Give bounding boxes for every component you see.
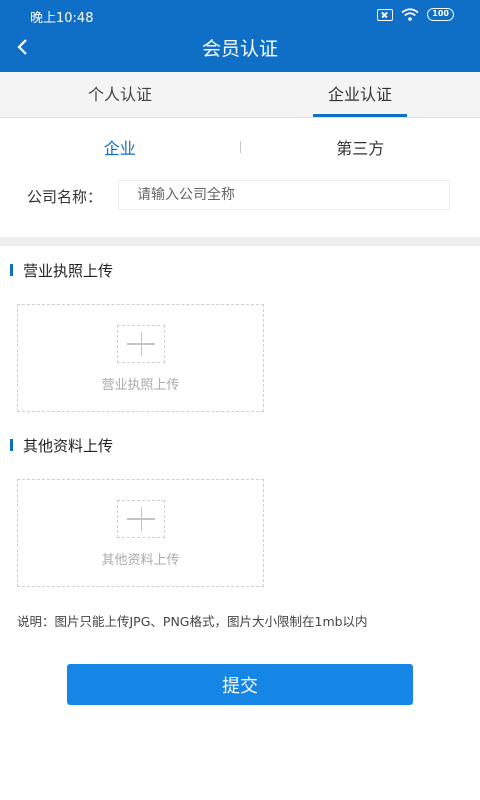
sub-tabs: 企业 第三方 <box>0 128 480 166</box>
chevron-left-icon <box>17 39 27 55</box>
company-name-input[interactable] <box>118 180 450 210</box>
submit-button[interactable]: 提交 <box>67 664 413 705</box>
tab-label: 个人认证 <box>87 85 152 104</box>
other-section-title: 其他资料上传 <box>23 436 114 455</box>
other-upload-box[interactable]: 其他资料上传 <box>17 479 264 587</box>
battery-icon: 100 <box>427 8 454 21</box>
page-title: 会员认证 <box>201 38 278 60</box>
plus-icon <box>116 500 165 538</box>
other-section-header: 其他资料上传 <box>10 435 113 455</box>
active-tab-indicator <box>313 114 407 117</box>
app-header: 晚上10:48 100 会员认证 <box>0 0 480 72</box>
section-marker <box>10 439 13 451</box>
section-divider <box>0 237 480 246</box>
section-marker <box>10 264 13 276</box>
status-time: 晚上10:48 <box>30 11 94 26</box>
back-button[interactable] <box>10 34 34 60</box>
company-name-label: 公司名称： <box>27 188 103 206</box>
company-name-row: 公司名称： <box>0 180 480 210</box>
license-upload-label: 营业执照上传 <box>101 378 180 393</box>
license-section-title: 营业执照上传 <box>23 261 114 280</box>
status-bar: 晚上10:48 100 <box>0 0 480 30</box>
upload-note: 说明：图片只能上传JPG、PNG格式，图片大小限制在1mb以内 <box>17 614 368 629</box>
wifi-icon <box>401 8 419 21</box>
tab-label: 企业认证 <box>327 85 392 104</box>
subtab-third-party[interactable]: 第三方 <box>241 135 480 159</box>
license-upload-box[interactable]: 营业执照上传 <box>17 304 264 412</box>
main-tabs: 个人认证 企业认证 <box>0 72 480 118</box>
tab-personal-verification[interactable]: 个人认证 <box>0 72 240 117</box>
subtab-enterprise[interactable]: 企业 <box>0 135 240 159</box>
status-icons: 100 <box>377 8 454 21</box>
no-sim-icon <box>377 8 394 21</box>
plus-icon <box>116 325 165 363</box>
tab-enterprise-verification[interactable]: 企业认证 <box>240 72 480 117</box>
license-section-header: 营业执照上传 <box>10 260 113 280</box>
other-upload-label: 其他资料上传 <box>101 553 180 568</box>
